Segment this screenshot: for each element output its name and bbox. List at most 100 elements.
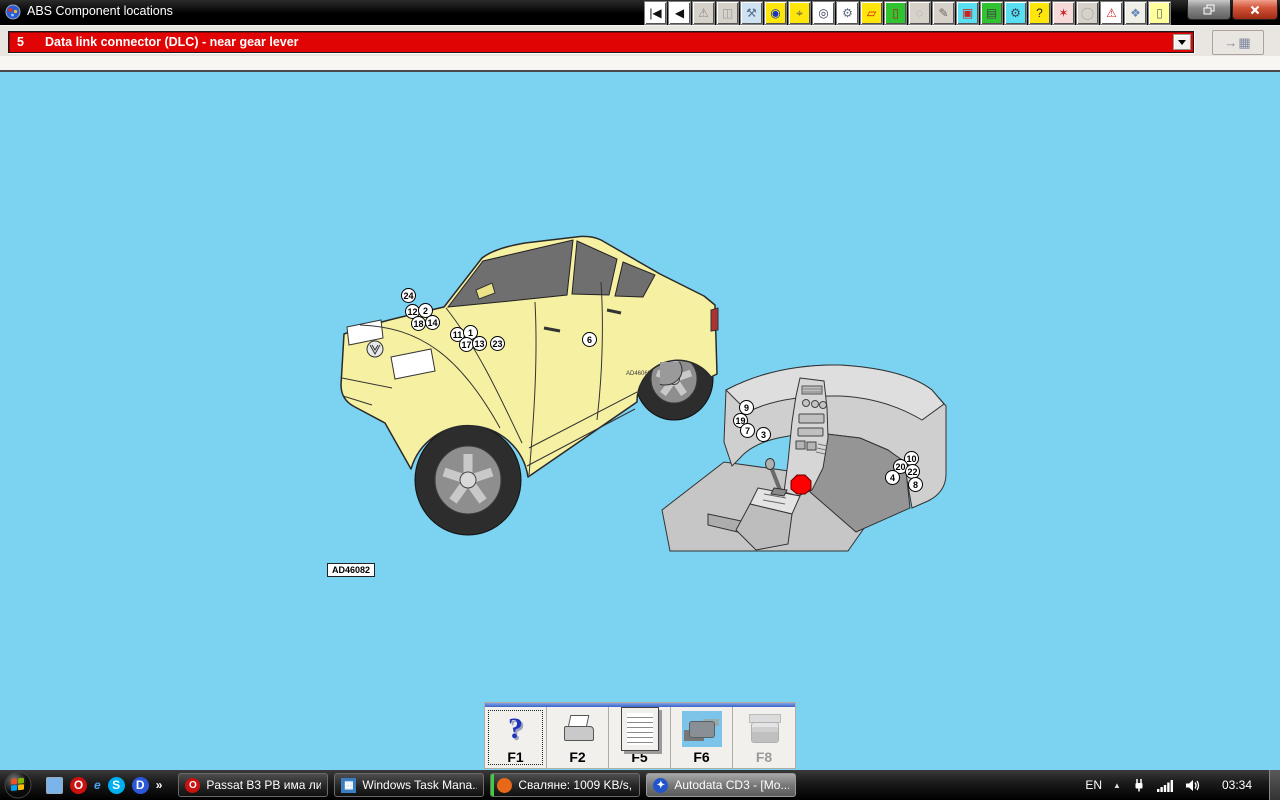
figure-label: AD46082 (327, 563, 375, 577)
taskbar-button-opera-passat[interactable]: O Passat B3 PB има ли ... (178, 773, 328, 797)
component-number: 5 (17, 35, 24, 49)
power-plug-icon[interactable] (1132, 778, 1146, 793)
fn-f8-button: F8 (733, 707, 795, 768)
abs-warning-icon: ⚠ (1106, 7, 1117, 19)
engine-electrics-icon: ▣ (962, 7, 973, 19)
system-tray: EN ▲ 03:34 (1085, 770, 1280, 800)
wheel-icon: ◎ (818, 7, 828, 19)
inactive-oval-button[interactable]: ◯ (1076, 1, 1099, 25)
figure-code: AD46060 (626, 371, 651, 377)
restore-button[interactable] (1187, 0, 1231, 20)
fn-f1-button[interactable]: ? F1 (485, 707, 547, 768)
opera-icon[interactable]: O (70, 777, 87, 794)
abs-warning-button[interactable]: ⚠ (1100, 1, 1123, 25)
taskbar-button-download-manager[interactable]: Сваляне: 1009 KB/s, ... (490, 773, 640, 797)
car-sketch-icon: ❖ (1130, 7, 1141, 19)
overflow-chevron-icon[interactable]: » (156, 777, 163, 794)
brake-disc-icon: ◌ (916, 7, 923, 19)
opera-passat-icon: O (185, 778, 200, 793)
technical-data-button[interactable]: ◉ (764, 1, 787, 25)
fn-f5-button[interactable]: F5 (609, 707, 671, 768)
quick-launch: OeSD » (46, 777, 162, 794)
callout-car-14[interactable]: 14 (425, 315, 440, 330)
printing-button[interactable]: ▤ (980, 1, 1003, 25)
taskbar-button-autodata[interactable]: ✦Autodata CD3 - [Mo... (646, 773, 796, 797)
nav-back-button[interactable]: ◀ (668, 1, 691, 25)
fn-key-label: F8 (733, 749, 795, 765)
window-title: ABS Component locations (27, 4, 173, 18)
pointer-select-button[interactable]: ⌖ (788, 1, 811, 25)
task-label: Autodata CD3 - [Mo... (674, 778, 789, 792)
task-label: Passat B3 PB има ли ... (206, 778, 321, 792)
help-diagnostics-button[interactable]: ? (1028, 1, 1051, 25)
callout-car-18[interactable]: 18 (411, 316, 426, 331)
gears-button[interactable]: ⚙ (836, 1, 859, 25)
component-dropdown[interactable]: 5 Data link connector (DLC) - near gear … (8, 31, 1194, 53)
callout-car-6[interactable]: 6 (582, 332, 597, 347)
start-button[interactable] (4, 771, 32, 799)
component-label: Data link connector (DLC) - near gear le… (45, 35, 299, 49)
nav-back-icon: ◀ (675, 7, 684, 19)
warning-button[interactable]: ⚠ (692, 1, 715, 25)
connector-button[interactable]: ▯ (1148, 1, 1171, 25)
wheel-button[interactable]: ◎ (812, 1, 835, 25)
volume-icon[interactable] (1185, 779, 1201, 792)
gears-icon: ⚙ (842, 7, 853, 19)
nav-first-button[interactable]: |◀ (644, 1, 667, 25)
clock[interactable]: 03:34 (1222, 778, 1252, 792)
function-buttons: ? F1F2F5F6F8 (485, 707, 795, 768)
document-icon (619, 711, 661, 747)
brush-icon: ✎ (938, 7, 948, 19)
help-icon: ? (495, 711, 537, 747)
fn-key-label: F6 (671, 749, 732, 765)
show-desktop-quick-icon[interactable] (46, 777, 63, 794)
goto-component-button[interactable]: →▦ (1212, 30, 1264, 55)
callout-console-8[interactable]: 8 (908, 477, 923, 492)
dlc-highlight-marker (791, 475, 811, 494)
brake-disc-button[interactable]: ◌ (908, 1, 931, 25)
restore-icon (1203, 4, 1216, 16)
application-window: ABS Component locations |◀◀⚠◫⚒◉⌖◎⚙▱▯◌✎▣▤… (0, 0, 1280, 800)
taskbar-button-task-manager[interactable]: ▦Windows Task Mana... (334, 773, 484, 797)
help-diagnostics-icon: ? (1036, 7, 1043, 19)
nav-first-icon: |◀ (649, 7, 661, 19)
fn-f6-button[interactable]: F6 (671, 707, 733, 768)
callout-car-13[interactable]: 13 (472, 336, 487, 351)
task-manager-icon: ▦ (341, 778, 356, 793)
front-wheel (415, 425, 521, 535)
car-sketch-button[interactable]: ❖ (1124, 1, 1147, 25)
hidden-icons-arrow[interactable]: ▲ (1113, 781, 1121, 790)
fn-f2-button[interactable]: F2 (547, 707, 609, 768)
close-button[interactable] (1232, 0, 1278, 20)
callout-console-3[interactable]: 3 (756, 427, 771, 442)
callout-car-24[interactable]: 24 (401, 288, 416, 303)
language-indicator[interactable]: EN (1085, 778, 1102, 792)
subheader-strip (0, 56, 1280, 70)
taskbar: OeSD » O Passat B3 PB има ли ... ▦Windows T… (0, 770, 1280, 800)
service-tools-button[interactable]: ⚒ (740, 1, 763, 25)
window-view-button[interactable]: ◫ (716, 1, 739, 25)
vehicle-lift-button[interactable]: ▯ (884, 1, 907, 25)
fn-key-label: F1 (485, 749, 546, 765)
multimeter-icon (743, 711, 785, 747)
engine-electrics-button[interactable]: ▣ (956, 1, 979, 25)
dropdown-arrow-button[interactable] (1173, 34, 1191, 50)
internet-explorer-icon[interactable]: e (94, 777, 101, 794)
task-label: Сваляне: 1009 KB/s, ... (518, 778, 633, 792)
callout-console-7[interactable]: 7 (740, 423, 755, 438)
airbag-srs-button[interactable]: ✶ (1052, 1, 1075, 25)
diagram-canvas: AD46060 AD46082 ?F1F2F5F6F8 241221814111… (0, 72, 1280, 770)
callout-car-23[interactable]: 23 (490, 336, 505, 351)
car-data-button[interactable]: ▱ (860, 1, 883, 25)
app-icon (5, 4, 21, 20)
brush-button[interactable]: ✎ (932, 1, 955, 25)
engine-service-button[interactable]: ⚙ (1004, 1, 1027, 25)
steering-column (660, 362, 682, 385)
skype-icon[interactable]: S (108, 777, 125, 794)
network-signal-icon[interactable] (1157, 779, 1174, 792)
printing-icon: ▤ (986, 7, 997, 19)
daemon-icon[interactable]: D (132, 777, 149, 794)
show-desktop-button[interactable] (1269, 770, 1280, 800)
callout-console-4[interactable]: 4 (885, 470, 900, 485)
title-bar: ABS Component locations |◀◀⚠◫⚒◉⌖◎⚙▱▯◌✎▣▤… (0, 0, 1280, 25)
